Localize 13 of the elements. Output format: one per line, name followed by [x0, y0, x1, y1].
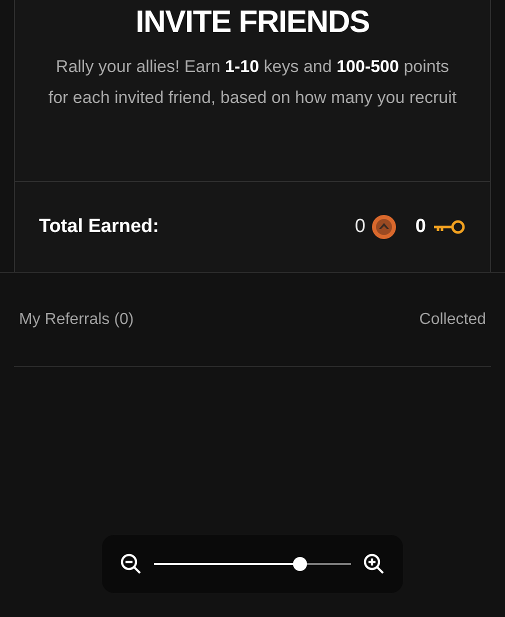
slider-thumb[interactable] [292, 557, 307, 571]
zoom-slider[interactable] [154, 557, 351, 571]
invite-description: Rally your allies! Earn 1-10 keys and 100-500 points for each invited friend, based on how many you recruit [48, 56, 458, 109]
total-earned-label: Total Earned: [39, 214, 159, 239]
coin-icon [371, 214, 398, 240]
zoom-in-icon[interactable] [363, 553, 385, 575]
points-value: 0 [354, 214, 366, 239]
referrals-title: My Referrals (0) [19, 310, 134, 330]
keys-value: 0 [415, 214, 426, 239]
invite-title: INVITE FRIENDS [136, 6, 370, 37]
zoom-out-icon[interactable] [120, 553, 142, 575]
collected-label: Collected [419, 310, 486, 330]
key-icon [432, 219, 466, 235]
